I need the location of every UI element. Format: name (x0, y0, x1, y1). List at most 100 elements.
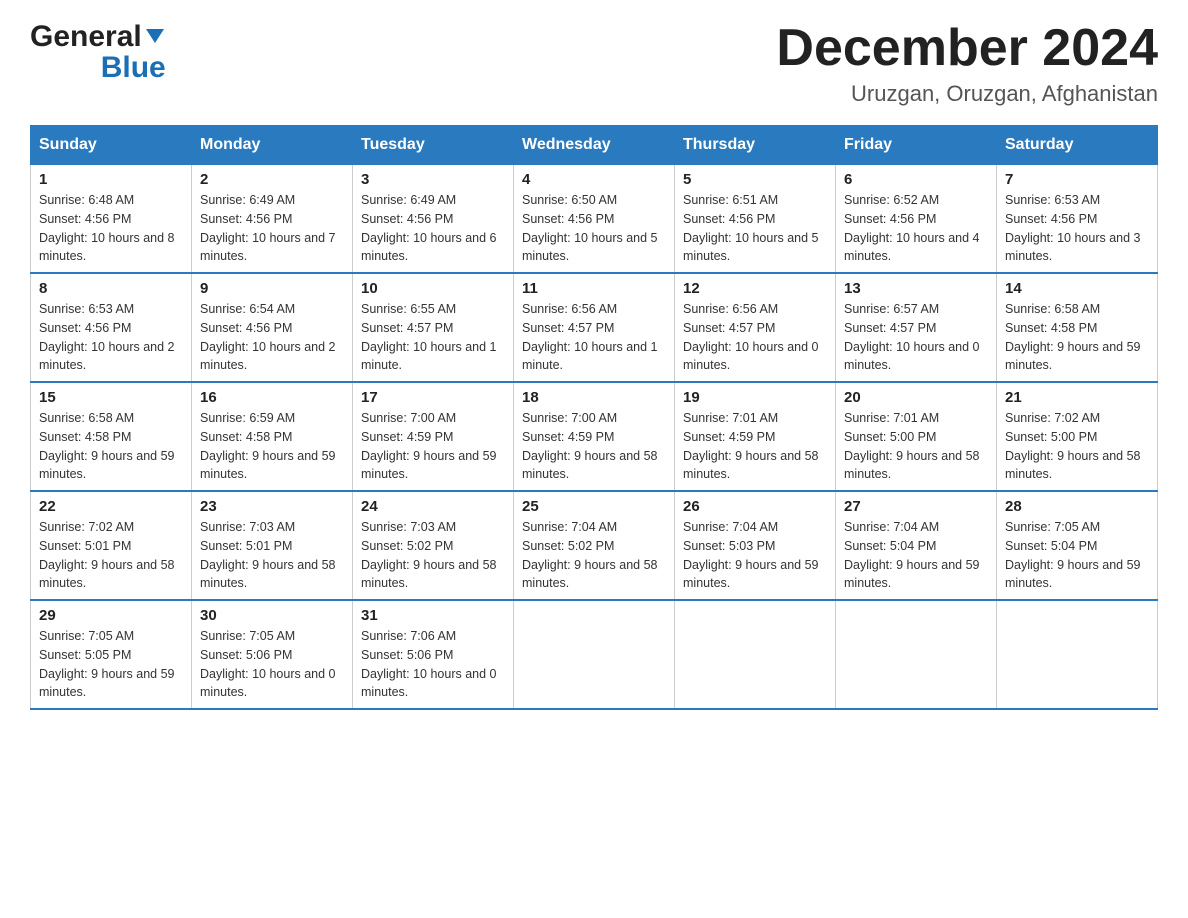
calendar-cell: 8 Sunrise: 6:53 AMSunset: 4:56 PMDayligh… (31, 273, 192, 382)
day-number: 7 (1005, 171, 1149, 188)
calendar-week-1: 1 Sunrise: 6:48 AMSunset: 4:56 PMDayligh… (31, 165, 1158, 274)
calendar-cell: 6 Sunrise: 6:52 AMSunset: 4:56 PMDayligh… (836, 165, 997, 274)
day-info: Sunrise: 6:49 AMSunset: 4:56 PMDaylight:… (200, 191, 344, 266)
calendar-cell: 21 Sunrise: 7:02 AMSunset: 5:00 PMDaylig… (997, 382, 1158, 491)
column-header-wednesday: Wednesday (514, 126, 675, 165)
title-block: December 2024 Uruzgan, Oruzgan, Afghanis… (776, 20, 1158, 107)
calendar-cell: 23 Sunrise: 7:03 AMSunset: 5:01 PMDaylig… (192, 491, 353, 600)
calendar-cell: 31 Sunrise: 7:06 AMSunset: 5:06 PMDaylig… (353, 600, 514, 709)
calendar-cell: 25 Sunrise: 7:04 AMSunset: 5:02 PMDaylig… (514, 491, 675, 600)
day-number: 12 (683, 280, 827, 297)
calendar-cell: 5 Sunrise: 6:51 AMSunset: 4:56 PMDayligh… (675, 165, 836, 274)
calendar-cell (997, 600, 1158, 709)
calendar-cell: 29 Sunrise: 7:05 AMSunset: 5:05 PMDaylig… (31, 600, 192, 709)
calendar-cell: 11 Sunrise: 6:56 AMSunset: 4:57 PMDaylig… (514, 273, 675, 382)
day-info: Sunrise: 7:06 AMSunset: 5:06 PMDaylight:… (361, 627, 505, 702)
logo: General Blue (30, 20, 166, 83)
calendar-cell: 13 Sunrise: 6:57 AMSunset: 4:57 PMDaylig… (836, 273, 997, 382)
day-number: 16 (200, 389, 344, 406)
calendar-cell: 10 Sunrise: 6:55 AMSunset: 4:57 PMDaylig… (353, 273, 514, 382)
day-number: 17 (361, 389, 505, 406)
calendar-cell: 17 Sunrise: 7:00 AMSunset: 4:59 PMDaylig… (353, 382, 514, 491)
calendar-title: December 2024 (776, 20, 1158, 77)
day-info: Sunrise: 7:00 AMSunset: 4:59 PMDaylight:… (522, 409, 666, 484)
day-number: 25 (522, 498, 666, 515)
calendar-cell: 22 Sunrise: 7:02 AMSunset: 5:01 PMDaylig… (31, 491, 192, 600)
day-info: Sunrise: 7:03 AMSunset: 5:02 PMDaylight:… (361, 518, 505, 593)
calendar-table: SundayMondayTuesdayWednesdayThursdayFrid… (30, 125, 1158, 710)
calendar-cell: 3 Sunrise: 6:49 AMSunset: 4:56 PMDayligh… (353, 165, 514, 274)
day-number: 4 (522, 171, 666, 188)
day-number: 21 (1005, 389, 1149, 406)
calendar-cell: 27 Sunrise: 7:04 AMSunset: 5:04 PMDaylig… (836, 491, 997, 600)
day-number: 30 (200, 607, 344, 624)
day-info: Sunrise: 7:02 AMSunset: 5:00 PMDaylight:… (1005, 409, 1149, 484)
day-info: Sunrise: 6:56 AMSunset: 4:57 PMDaylight:… (522, 300, 666, 375)
calendar-cell: 30 Sunrise: 7:05 AMSunset: 5:06 PMDaylig… (192, 600, 353, 709)
calendar-cell: 2 Sunrise: 6:49 AMSunset: 4:56 PMDayligh… (192, 165, 353, 274)
calendar-week-4: 22 Sunrise: 7:02 AMSunset: 5:01 PMDaylig… (31, 491, 1158, 600)
day-info: Sunrise: 7:05 AMSunset: 5:05 PMDaylight:… (39, 627, 183, 702)
day-info: Sunrise: 7:04 AMSunset: 5:04 PMDaylight:… (844, 518, 988, 593)
day-number: 2 (200, 171, 344, 188)
calendar-cell (514, 600, 675, 709)
calendar-cell: 14 Sunrise: 6:58 AMSunset: 4:58 PMDaylig… (997, 273, 1158, 382)
day-info: Sunrise: 7:01 AMSunset: 5:00 PMDaylight:… (844, 409, 988, 484)
column-header-friday: Friday (836, 126, 997, 165)
calendar-cell: 4 Sunrise: 6:50 AMSunset: 4:56 PMDayligh… (514, 165, 675, 274)
day-info: Sunrise: 7:05 AMSunset: 5:06 PMDaylight:… (200, 627, 344, 702)
day-info: Sunrise: 6:48 AMSunset: 4:56 PMDaylight:… (39, 191, 183, 266)
day-info: Sunrise: 7:04 AMSunset: 5:02 PMDaylight:… (522, 518, 666, 593)
calendar-cell: 20 Sunrise: 7:01 AMSunset: 5:00 PMDaylig… (836, 382, 997, 491)
day-number: 18 (522, 389, 666, 406)
day-info: Sunrise: 6:53 AMSunset: 4:56 PMDaylight:… (39, 300, 183, 375)
calendar-week-3: 15 Sunrise: 6:58 AMSunset: 4:58 PMDaylig… (31, 382, 1158, 491)
day-info: Sunrise: 6:50 AMSunset: 4:56 PMDaylight:… (522, 191, 666, 266)
day-number: 31 (361, 607, 505, 624)
day-number: 3 (361, 171, 505, 188)
calendar-cell: 18 Sunrise: 7:00 AMSunset: 4:59 PMDaylig… (514, 382, 675, 491)
logo-blue-text: Blue (101, 53, 166, 83)
calendar-cell: 1 Sunrise: 6:48 AMSunset: 4:56 PMDayligh… (31, 165, 192, 274)
day-number: 23 (200, 498, 344, 515)
day-info: Sunrise: 6:56 AMSunset: 4:57 PMDaylight:… (683, 300, 827, 375)
day-info: Sunrise: 7:03 AMSunset: 5:01 PMDaylight:… (200, 518, 344, 593)
day-number: 29 (39, 607, 183, 624)
logo-general-text: General (30, 20, 142, 53)
day-info: Sunrise: 6:54 AMSunset: 4:56 PMDaylight:… (200, 300, 344, 375)
day-number: 14 (1005, 280, 1149, 297)
calendar-subtitle: Uruzgan, Oruzgan, Afghanistan (776, 81, 1158, 107)
day-number: 22 (39, 498, 183, 515)
calendar-cell: 28 Sunrise: 7:05 AMSunset: 5:04 PMDaylig… (997, 491, 1158, 600)
calendar-cell: 16 Sunrise: 6:59 AMSunset: 4:58 PMDaylig… (192, 382, 353, 491)
calendar-cell: 24 Sunrise: 7:03 AMSunset: 5:02 PMDaylig… (353, 491, 514, 600)
day-info: Sunrise: 6:58 AMSunset: 4:58 PMDaylight:… (1005, 300, 1149, 375)
calendar-cell (836, 600, 997, 709)
day-number: 9 (200, 280, 344, 297)
calendar-cell: 12 Sunrise: 6:56 AMSunset: 4:57 PMDaylig… (675, 273, 836, 382)
day-number: 28 (1005, 498, 1149, 515)
day-number: 20 (844, 389, 988, 406)
day-info: Sunrise: 7:04 AMSunset: 5:03 PMDaylight:… (683, 518, 827, 593)
day-info: Sunrise: 6:49 AMSunset: 4:56 PMDaylight:… (361, 191, 505, 266)
day-number: 11 (522, 280, 666, 297)
day-info: Sunrise: 6:59 AMSunset: 4:58 PMDaylight:… (200, 409, 344, 484)
day-number: 13 (844, 280, 988, 297)
calendar-cell: 19 Sunrise: 7:01 AMSunset: 4:59 PMDaylig… (675, 382, 836, 491)
day-info: Sunrise: 7:05 AMSunset: 5:04 PMDaylight:… (1005, 518, 1149, 593)
calendar-cell: 26 Sunrise: 7:04 AMSunset: 5:03 PMDaylig… (675, 491, 836, 600)
calendar-cell: 9 Sunrise: 6:54 AMSunset: 4:56 PMDayligh… (192, 273, 353, 382)
day-info: Sunrise: 7:02 AMSunset: 5:01 PMDaylight:… (39, 518, 183, 593)
day-number: 1 (39, 171, 183, 188)
calendar-week-2: 8 Sunrise: 6:53 AMSunset: 4:56 PMDayligh… (31, 273, 1158, 382)
day-number: 10 (361, 280, 505, 297)
day-number: 24 (361, 498, 505, 515)
day-info: Sunrise: 6:55 AMSunset: 4:57 PMDaylight:… (361, 300, 505, 375)
day-number: 26 (683, 498, 827, 515)
calendar-week-5: 29 Sunrise: 7:05 AMSunset: 5:05 PMDaylig… (31, 600, 1158, 709)
column-header-sunday: Sunday (31, 126, 192, 165)
column-header-tuesday: Tuesday (353, 126, 514, 165)
day-number: 5 (683, 171, 827, 188)
column-header-thursday: Thursday (675, 126, 836, 165)
column-header-saturday: Saturday (997, 126, 1158, 165)
